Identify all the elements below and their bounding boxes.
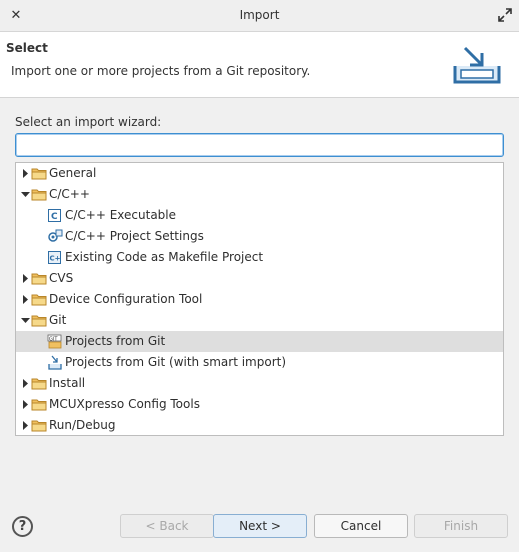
svg-text:GIT: GIT (49, 336, 58, 342)
wizard-label: Select an import wizard: (15, 115, 162, 129)
wizard-tree[interactable]: General C/C++ C C/C++ Executable C/C++ Proje… (15, 162, 504, 436)
tree-item[interactable]: C C/C++ Executable (16, 205, 503, 226)
chevron-right-icon[interactable] (20, 163, 30, 184)
git-smart-import-icon (47, 355, 63, 370)
chevron-down-icon[interactable] (20, 310, 30, 331)
wizard-content: Select an import wizard: General C/C++ C C/… (0, 99, 519, 499)
next-button[interactable]: Next > (213, 514, 307, 538)
tree-item-label: MCUXpresso Config Tools (49, 397, 200, 411)
folder-icon (31, 187, 47, 202)
back-button[interactable]: < Back (120, 514, 214, 538)
tree-item-label: CVS (49, 271, 74, 285)
tree-item-label: Projects from Git (65, 334, 166, 348)
tree-item-label: C/C++ Project Settings (65, 229, 204, 243)
wizard-header: Select Import one or more projects from … (0, 32, 519, 98)
help-icon[interactable]: ? (12, 516, 33, 537)
tree-item-label: Existing Code as Makefile Project (65, 250, 264, 264)
svg-text:C: C (51, 212, 58, 222)
tree-item[interactable]: C+ Existing Code as Makefile Project (16, 247, 503, 268)
project-settings-icon (47, 229, 63, 244)
tree-item-label: Projects from Git (with smart import) (65, 355, 287, 369)
chevron-right-icon[interactable] (20, 415, 30, 435)
folder-icon (31, 313, 47, 328)
page-description: Import one or more projects from a Git r… (11, 64, 311, 78)
page-title: Select (6, 41, 48, 55)
tree-category[interactable]: Device Configuration Tool (16, 289, 503, 310)
tree-category[interactable]: CVS (16, 268, 503, 289)
tree-item[interactable]: Projects from Git (with smart import) (16, 352, 503, 373)
tree-item-label: General (49, 166, 97, 180)
title-bar: ✕ Import (0, 0, 519, 32)
git-repository-icon: GIT (47, 334, 63, 349)
folder-icon (31, 166, 47, 181)
tree-category[interactable]: Run/Debug (16, 415, 503, 435)
tree-item[interactable]: GIT Projects from Git (16, 331, 503, 352)
c-executable-icon: C (47, 208, 63, 223)
chevron-right-icon[interactable] (20, 373, 30, 394)
tree-item-label: Run/Debug (49, 418, 116, 432)
finish-button[interactable]: Finish (414, 514, 508, 538)
tree-item-label: C/C++ (49, 187, 90, 201)
tree-category[interactable]: C/C++ (16, 184, 503, 205)
chevron-right-icon[interactable] (20, 394, 30, 415)
tree-category[interactable]: MCUXpresso Config Tools (16, 394, 503, 415)
chevron-right-icon[interactable] (20, 268, 30, 289)
chevron-right-icon[interactable] (20, 289, 30, 310)
tree-item-label: C/C++ Executable (65, 208, 177, 222)
window-title: Import (239, 8, 280, 22)
tree-category[interactable]: Install (16, 373, 503, 394)
tree-category[interactable]: General (16, 163, 503, 184)
tree-item[interactable]: C/C++ Project Settings (16, 226, 503, 247)
folder-icon (31, 376, 47, 391)
svg-text:C+: C+ (50, 255, 61, 263)
cancel-button[interactable]: Cancel (314, 514, 408, 538)
maximize-icon[interactable] (497, 7, 513, 23)
folder-icon (31, 418, 47, 433)
button-bar: ? < Back Next > Cancel Finish (0, 499, 519, 552)
tree-item-label: Git (49, 313, 67, 327)
import-banner-icon (451, 44, 503, 86)
folder-icon (31, 271, 47, 286)
filter-input[interactable] (15, 133, 504, 157)
tree-item-label: Device Configuration Tool (49, 292, 203, 306)
folder-icon (31, 292, 47, 307)
makefile-project-icon: C+ (47, 250, 63, 265)
tree-item-label: Install (49, 376, 86, 390)
chevron-down-icon[interactable] (20, 184, 30, 205)
tree-category[interactable]: Git (16, 310, 503, 331)
folder-icon (31, 397, 47, 412)
